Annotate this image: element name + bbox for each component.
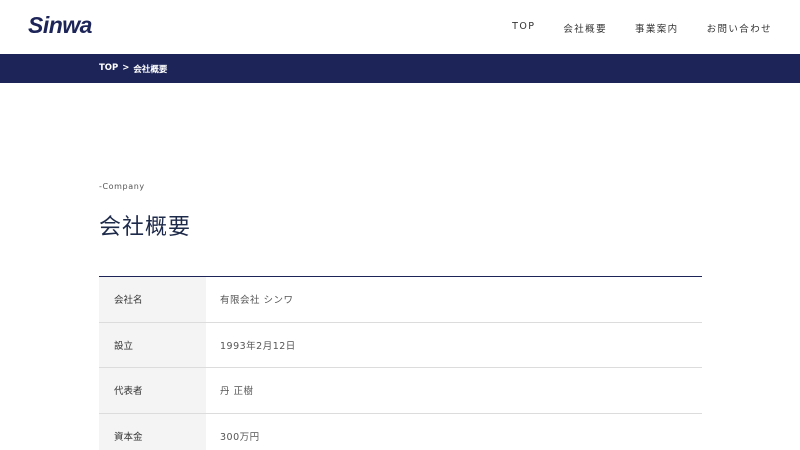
row-label: 会社名 [99, 277, 206, 322]
row-value: 有限会社 シンワ [220, 295, 294, 307]
nav-item-contact[interactable]: お問い合わせ [707, 21, 772, 35]
row-value: 300万円 [220, 431, 260, 443]
breadcrumb-separator: > [122, 63, 130, 73]
nav-item-company[interactable]: 会社概要 [563, 21, 607, 35]
breadcrumb-current: 会社概要 [133, 65, 168, 75]
table-row: 設立 1993年2月12日 [99, 322, 702, 368]
table-row: 会社名 有限会社 シンワ [99, 277, 702, 323]
table-row: 資本金 300万円 [99, 413, 702, 450]
site-logo[interactable]: Sinwa [28, 12, 92, 39]
nav-item-business[interactable]: 事業案内 [635, 21, 679, 35]
page-title: 会社概要 [99, 215, 192, 240]
row-value: 丹 正樹 [220, 386, 254, 398]
section-eyebrow: -Company [99, 182, 145, 191]
breadcrumb: TOP > 会社概要 [99, 63, 171, 75]
breadcrumb-bar: TOP > 会社概要 [0, 54, 800, 83]
nav-item-top[interactable]: TOP [512, 21, 535, 35]
site-header: Sinwa TOP 会社概要 事業案内 お問い合わせ [0, 0, 800, 54]
row-label: 代表者 [99, 368, 206, 413]
row-value: 1993年2月12日 [220, 340, 296, 352]
main-nav: TOP 会社概要 事業案内 お問い合わせ [484, 21, 772, 35]
company-info-table: 会社名 有限会社 シンワ 設立 1993年2月12日 代表者 丹 正樹 資本金 … [99, 276, 702, 450]
table-row: 代表者 丹 正樹 [99, 368, 702, 414]
breadcrumb-home-link[interactable]: TOP [99, 63, 118, 75]
row-label: 資本金 [99, 413, 206, 450]
row-label: 設立 [99, 322, 206, 367]
